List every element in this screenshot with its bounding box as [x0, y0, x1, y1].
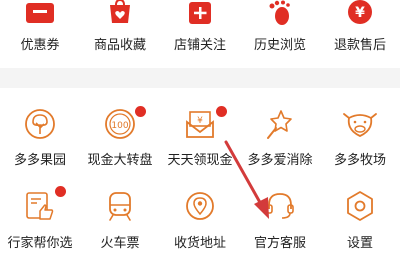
coupon-icon [26, 3, 54, 23]
tool-lucky-wheel-label: 现金大转盘 [87, 153, 153, 168]
shortcut-refund-label: 退款售后 [333, 38, 386, 53]
tool-shipping-address[interactable]: 收货地址 [160, 180, 240, 260]
cow-face-icon [343, 113, 377, 137]
star-wand-icon [267, 110, 292, 139]
notification-badge [216, 106, 227, 117]
shortcut-store-follow-label: 店铺关注 [173, 38, 226, 53]
shortcut-favorites-label: 商品收藏 [93, 38, 146, 53]
store-follow-icon [189, 2, 211, 24]
tool-lucky-wheel[interactable]: 100 现金大转盘 [80, 100, 160, 180]
orchard-tree-icon [25, 109, 55, 139]
tool-eliminate-game-label: 多多爱消除 [247, 153, 313, 168]
expert-pick-thumbs-icon [26, 192, 54, 220]
shortcut-history-label: 历史浏览 [253, 38, 306, 53]
notification-badge [55, 186, 66, 197]
tool-customer-service[interactable]: 官方客服 [240, 180, 320, 260]
tool-train-ticket[interactable]: 火车票 [80, 180, 160, 260]
tool-expert-pick-label: 行家帮你选 [7, 236, 73, 251]
tool-eliminate-game[interactable]: 多多爱消除 [240, 100, 320, 180]
tools-row-1: 多多果园 100 现金大转盘 ¥ 天天领现金 多多爱消除 多多牧场 [0, 100, 400, 180]
tool-daily-cash[interactable]: ¥ 天天领现金 [160, 100, 240, 180]
tool-settings[interactable]: 设置 [320, 180, 400, 260]
settings-gear-icon [347, 191, 373, 221]
tool-expert-pick[interactable]: 行家帮你选 [0, 180, 80, 260]
location-pin-icon [186, 192, 214, 220]
notification-badge [135, 106, 146, 117]
tool-shipping-address-label: 收货地址 [173, 236, 226, 251]
daily-cash-envelope-icon: ¥ [186, 111, 214, 138]
svg-text:¥: ¥ [197, 116, 203, 126]
svg-text:¥: ¥ [355, 5, 365, 21]
tool-daily-cash-label: 天天领现金 [167, 153, 233, 168]
tool-orchard[interactable]: 多多果园 [0, 100, 80, 180]
lucky-wheel-coin-icon: 100 [105, 109, 135, 139]
favorite-goods-icon [110, 0, 130, 23]
tool-customer-service-label: 官方客服 [253, 236, 306, 251]
refund-icon: ¥ [348, 0, 372, 24]
tool-train-ticket-label: 火车票 [100, 236, 140, 251]
headset-service-icon [266, 193, 294, 219]
svg-text:100: 100 [111, 121, 128, 131]
footprint-icon [269, 0, 290, 25]
tool-ranch-label: 多多牧场 [333, 153, 386, 168]
section-divider [0, 68, 400, 88]
tool-orchard-label: 多多果园 [13, 153, 66, 168]
train-icon [109, 192, 131, 221]
tools-row-2: 行家帮你选 火车票 收货地址 官方客服 设置 [0, 180, 400, 260]
tool-ranch[interactable]: 多多牧场 [320, 100, 400, 180]
shortcut-coupon-label: 优惠券 [20, 38, 60, 53]
tool-settings-label: 设置 [346, 236, 373, 251]
